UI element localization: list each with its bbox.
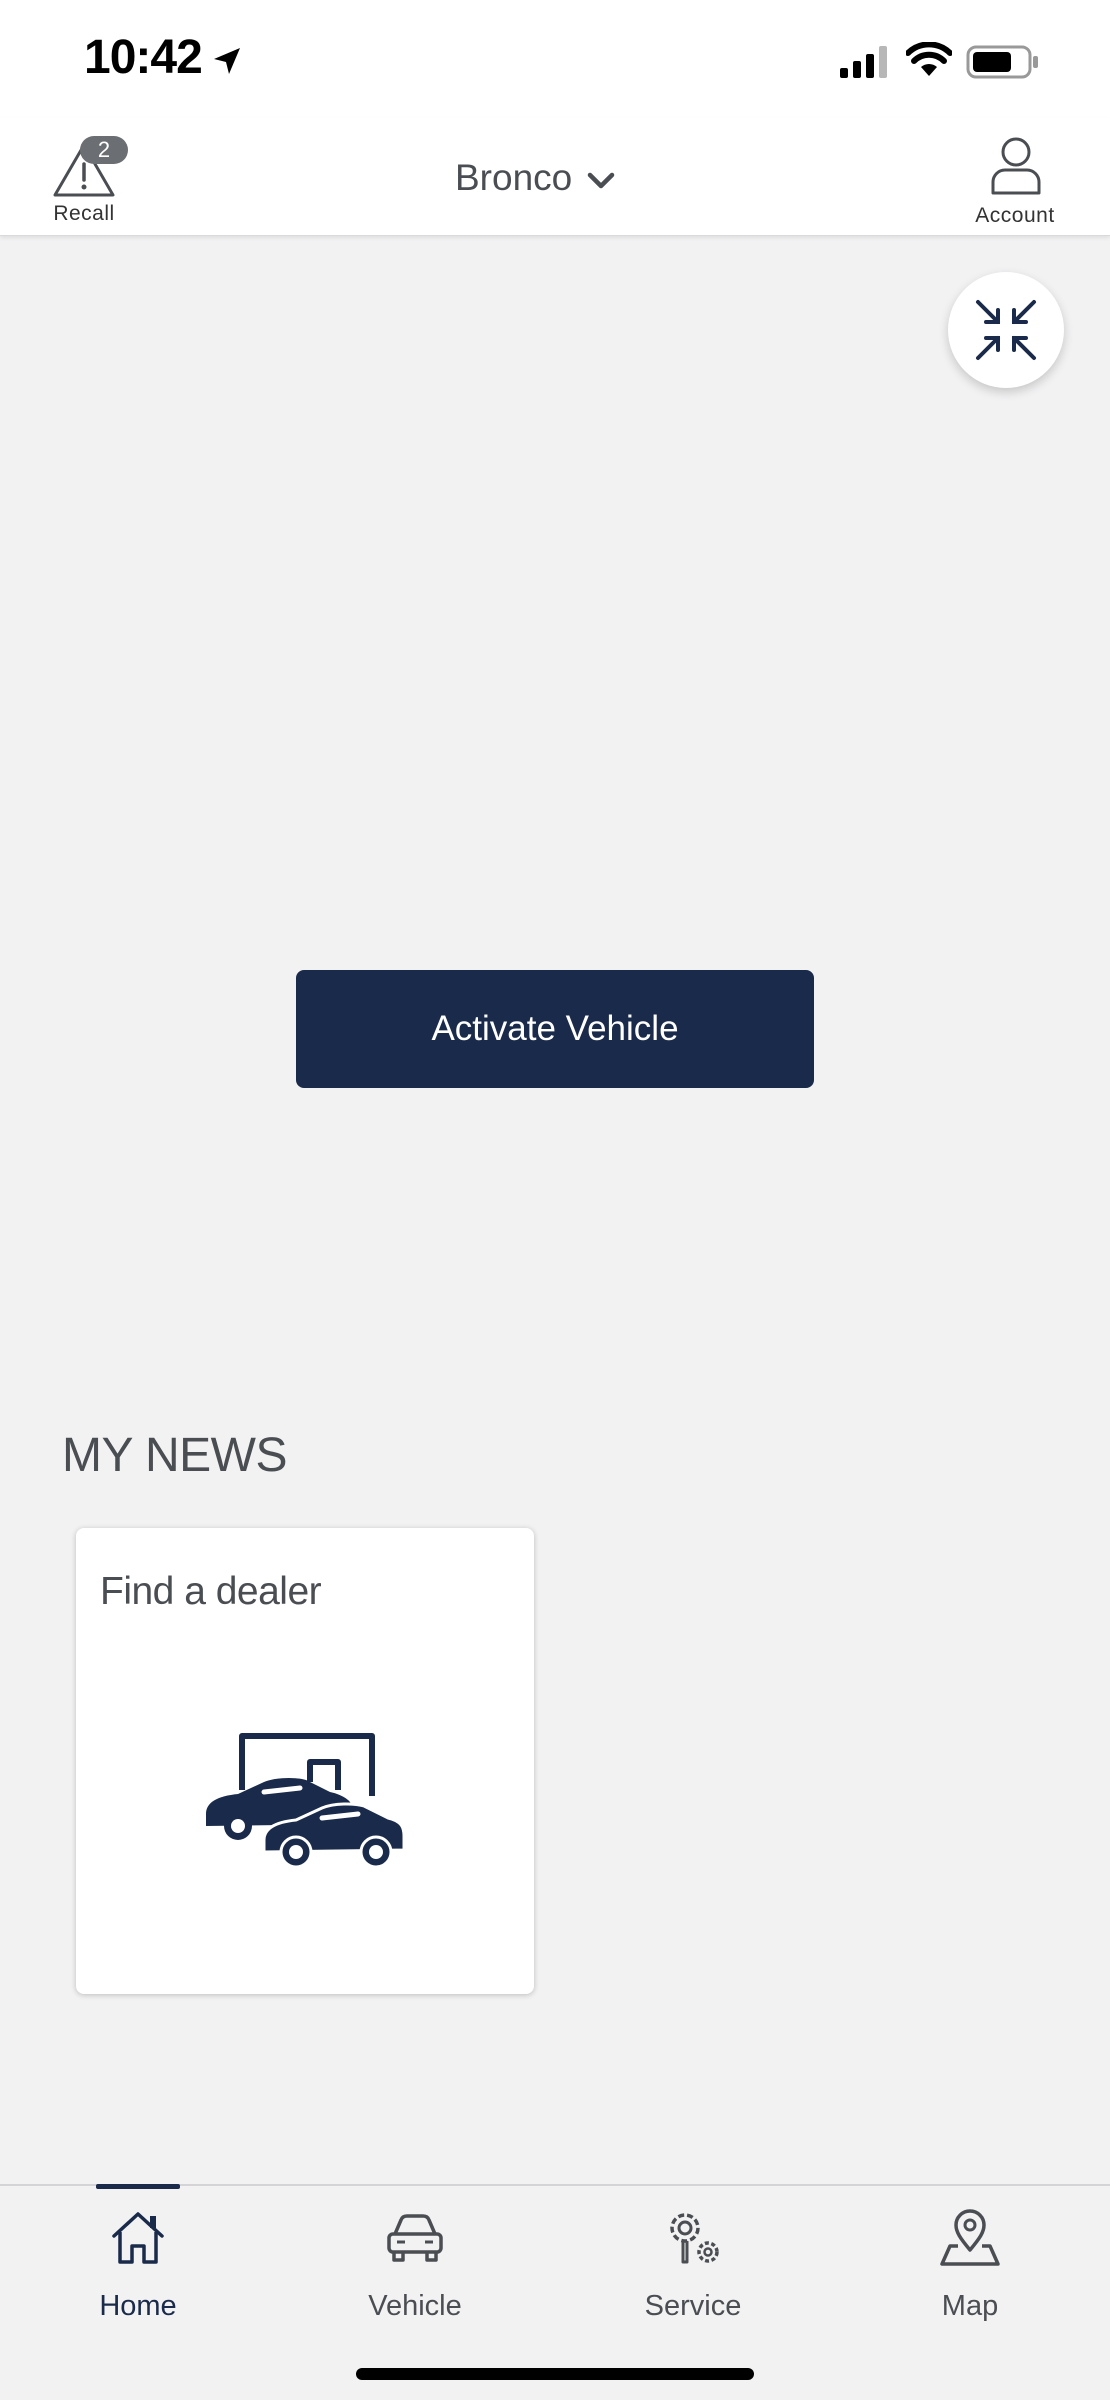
chevron-down-icon [587, 172, 615, 189]
recall-label: Recall [53, 202, 115, 225]
car-icon [387, 2214, 443, 2262]
nav-item-vehicle[interactable]: Vehicle [315, 2186, 515, 2336]
battery-icon [966, 45, 1038, 79]
nav-label-service: Service [644, 2290, 742, 2322]
wifi-icon [906, 42, 952, 76]
collapse-view-button[interactable] [948, 272, 1064, 388]
nav-label-map: Map [941, 2290, 999, 2322]
status-bar: 10:42 [0, 0, 1110, 118]
location-arrow-icon [214, 48, 240, 74]
app-screen: 10:42 2 Recall Bronco Account Activate V… [0, 0, 1110, 2400]
nav-label-vehicle: Vehicle [368, 2290, 462, 2322]
activate-vehicle-button[interactable]: Activate Vehicle [296, 970, 814, 1088]
vehicle-name: Bronco [455, 157, 573, 198]
person-icon [991, 137, 1041, 195]
cellular-signal-icon [840, 46, 887, 78]
nav-item-service[interactable]: Service [593, 2186, 793, 2336]
dealer-cars-icon [206, 1733, 404, 1868]
home-indicator-bar [356, 2368, 754, 2380]
service-gears-icon [670, 2213, 719, 2264]
news-section-title: MY NEWS [62, 1429, 287, 1482]
home-icon [112, 2212, 164, 2264]
account-label: Account [975, 204, 1055, 227]
nav-item-home[interactable]: Home [38, 2184, 238, 2336]
account-button[interactable]: Account [960, 128, 1070, 232]
news-card-title: Find a dealer [100, 1570, 322, 1613]
news-card-find-dealer[interactable]: Find a dealer [76, 1528, 534, 1994]
app-header: 2 Recall Bronco Account [0, 118, 1110, 236]
status-time: 10:42 [84, 31, 203, 84]
nav-item-map[interactable]: Map [870, 2186, 1070, 2336]
active-tab-indicator [96, 2184, 180, 2189]
nav-label-home: Home [99, 2290, 177, 2322]
recall-count-badge: 2 [80, 136, 128, 164]
recall-button[interactable]: 2 Recall [34, 126, 134, 230]
map-pin-icon [940, 2209, 1000, 2266]
vehicle-selector[interactable]: Bronco [455, 150, 616, 206]
collapse-arrows-icon [976, 300, 1036, 360]
